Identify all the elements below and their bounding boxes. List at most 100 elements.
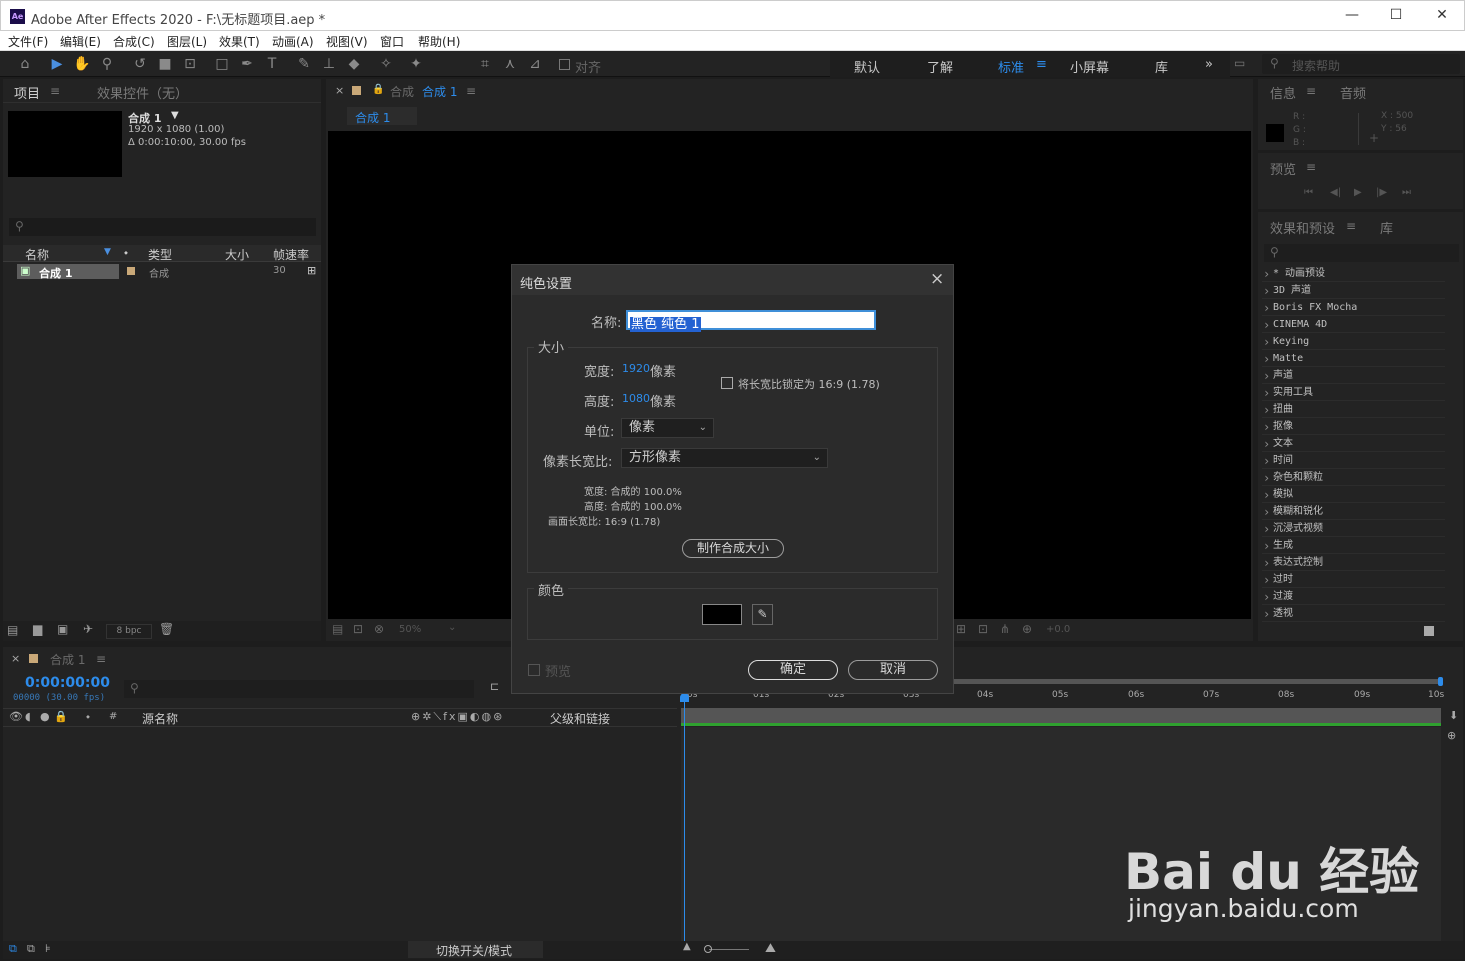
comp-marker-bin-icon[interactable]: ⬇	[1449, 709, 1458, 722]
effect-category[interactable]: Keying	[1262, 334, 1445, 350]
workspace-small-screen[interactable]: 小屏幕	[1070, 57, 1109, 76]
reset-exposure-icon[interactable]: ⊕	[1022, 622, 1032, 636]
rotate-tool-icon[interactable]: ↺	[130, 54, 150, 74]
new-bin-icon[interactable]	[1424, 626, 1434, 636]
zoom-slider-track[interactable]	[709, 949, 749, 950]
color-swatch[interactable]	[702, 604, 742, 625]
zoom-slider-knob[interactable]	[704, 945, 712, 953]
adjust-icon[interactable]: ✈	[83, 622, 93, 636]
tab-effects-presets[interactable]: 效果和预设	[1270, 218, 1335, 237]
ok-button[interactable]: 确定	[748, 660, 838, 680]
playhead[interactable]	[684, 695, 685, 941]
help-search-input[interactable]: ⚲ 搜索帮助	[1262, 54, 1460, 74]
effect-category[interactable]: CINEMA 4D	[1262, 317, 1445, 333]
column-source-name[interactable]: 源名称	[142, 710, 178, 727]
workspace-standard[interactable]: 标准	[998, 57, 1024, 76]
zoom-tool-icon[interactable]: ⚲	[97, 54, 117, 74]
switches-icons[interactable]: ⊕✲⟍fx▣◐◍⊛	[411, 710, 504, 724]
tab-info[interactable]: 信息	[1270, 83, 1296, 102]
timeline-track-area[interactable]	[681, 727, 1441, 941]
effect-category[interactable]: 透视	[1262, 606, 1445, 622]
flowchart-icon[interactable]: ⊞	[307, 264, 316, 277]
camera-tool-icon[interactable]: ■	[155, 54, 175, 74]
playhead-handle[interactable]	[680, 693, 689, 702]
audio-icon[interactable]: ◖	[25, 710, 31, 723]
tab-preview[interactable]: 预览	[1270, 159, 1296, 178]
menu-effect[interactable]: 效果(T)	[219, 33, 260, 50]
menu-composition[interactable]: 合成(C)	[113, 33, 155, 50]
project-menu-icon[interactable]: ≡	[50, 84, 60, 98]
tab-comp[interactable]: 合成 1	[422, 83, 457, 100]
axis-mode-icon[interactable]: ⌗	[475, 54, 495, 74]
info-menu-icon[interactable]: ≡	[1306, 84, 1316, 98]
maximize-button[interactable]: ☐	[1386, 7, 1406, 27]
pen-tool-icon[interactable]: ✒	[237, 54, 257, 74]
column-size[interactable]: 大小	[225, 246, 249, 263]
interpret-footage-icon[interactable]: ▤	[7, 623, 18, 637]
close-window-button[interactable]: ✕	[1432, 7, 1452, 27]
column-type[interactable]: 类型	[148, 246, 172, 263]
channel-icon[interactable]: ⋔	[1000, 622, 1010, 636]
current-timecode[interactable]: 0:00:00:00	[25, 675, 110, 691]
effect-category[interactable]: 杂色和颗粒	[1262, 470, 1445, 486]
tab-timeline-comp[interactable]: 合成 1	[50, 651, 85, 668]
comp-flowchart-icon[interactable]: ⊏	[490, 680, 499, 693]
selection-tool-icon[interactable]: ▶	[47, 54, 67, 74]
brush-tool-icon[interactable]: ✎	[294, 54, 314, 74]
solid-name-input[interactable]: 黑色 纯色 1	[626, 310, 876, 332]
effect-category[interactable]: 抠像	[1262, 419, 1445, 435]
effect-category[interactable]: 生成	[1262, 538, 1445, 554]
effect-category[interactable]: 实用工具	[1262, 385, 1445, 401]
always-preview-icon[interactable]: ▤	[332, 622, 343, 636]
menu-view[interactable]: 视图(V)	[326, 33, 368, 50]
menu-file[interactable]: 文件(F)	[8, 33, 48, 50]
toggle-switches-modes[interactable]: 切换开关/模式	[408, 941, 543, 958]
eyedropper-icon[interactable]: ✎	[752, 604, 773, 625]
last-frame-icon[interactable]: ⏭	[1402, 187, 1411, 198]
work-area-end-handle[interactable]	[1438, 677, 1443, 686]
play-icon[interactable]: ▶	[1354, 187, 1362, 198]
effect-category[interactable]: 文本	[1262, 436, 1445, 452]
eraser-tool-icon[interactable]: ◆	[344, 54, 364, 74]
lock-column-icon[interactable]: 🔒	[54, 710, 68, 723]
preview-checkbox[interactable]	[528, 664, 540, 676]
tab-libraries[interactable]: 库	[1380, 218, 1393, 237]
first-frame-icon[interactable]: ⏮	[1304, 187, 1313, 198]
roto-brush-icon[interactable]: ✧	[376, 54, 396, 74]
hand-tool-icon[interactable]: ✋	[72, 54, 92, 74]
new-comp-icon[interactable]: ▣	[57, 622, 68, 636]
mask-icon[interactable]: ⊗	[374, 622, 384, 636]
workspace-more-icon[interactable]: »	[1205, 57, 1213, 72]
height-value[interactable]: 1080	[622, 392, 650, 405]
label-tag-icon[interactable]: ⬩	[124, 246, 128, 260]
puppet-pin-icon[interactable]: ✦	[406, 54, 426, 74]
width-value[interactable]: 1920	[622, 362, 650, 375]
effect-category[interactable]: 过渡	[1262, 589, 1445, 605]
menu-help[interactable]: 帮助(H)	[418, 33, 460, 50]
workspace-libraries[interactable]: 库	[1155, 57, 1168, 76]
snap-checkbox[interactable]	[559, 59, 570, 70]
in-out-icon[interactable]: ⊧	[45, 942, 51, 955]
close-timeline-icon[interactable]: ×	[11, 652, 20, 665]
pan-behind-tool-icon[interactable]: ⊡	[180, 54, 200, 74]
tab-effect-controls[interactable]: 效果控件（无）	[97, 83, 188, 102]
effects-search-input[interactable]: ⚲	[1264, 244, 1459, 262]
close-tab-icon[interactable]: ×	[335, 84, 344, 97]
column-parent-link[interactable]: 父级和链接	[550, 710, 610, 727]
project-search-input[interactable]: ⚲	[9, 218, 316, 236]
vr-icon[interactable]: ⊡	[353, 622, 363, 636]
effect-category[interactable]: 声道	[1262, 368, 1445, 384]
column-name[interactable]: 名称	[25, 246, 49, 263]
lock-icon[interactable]: 🔒	[372, 84, 384, 95]
lock-aspect-checkbox[interactable]	[721, 377, 733, 389]
view-axis-icon[interactable]: ⊿	[525, 54, 545, 74]
label-column-icon[interactable]: ⬩	[86, 710, 90, 724]
zoom-chevron-icon[interactable]: ⌄	[448, 622, 456, 633]
transfer-controls-icon[interactable]: ⧉	[27, 942, 35, 956]
project-item-row[interactable]: ▣ 合成 1 合成 30 ⊞	[3, 263, 321, 280]
new-folder-icon[interactable]: ▆	[33, 622, 42, 636]
column-framerate[interactable]: 帧速率	[273, 246, 309, 263]
clone-stamp-icon[interactable]: ⊥	[319, 54, 339, 74]
cancel-button[interactable]: 取消	[848, 660, 938, 680]
effect-category[interactable]: 模糊和锐化	[1262, 504, 1445, 520]
